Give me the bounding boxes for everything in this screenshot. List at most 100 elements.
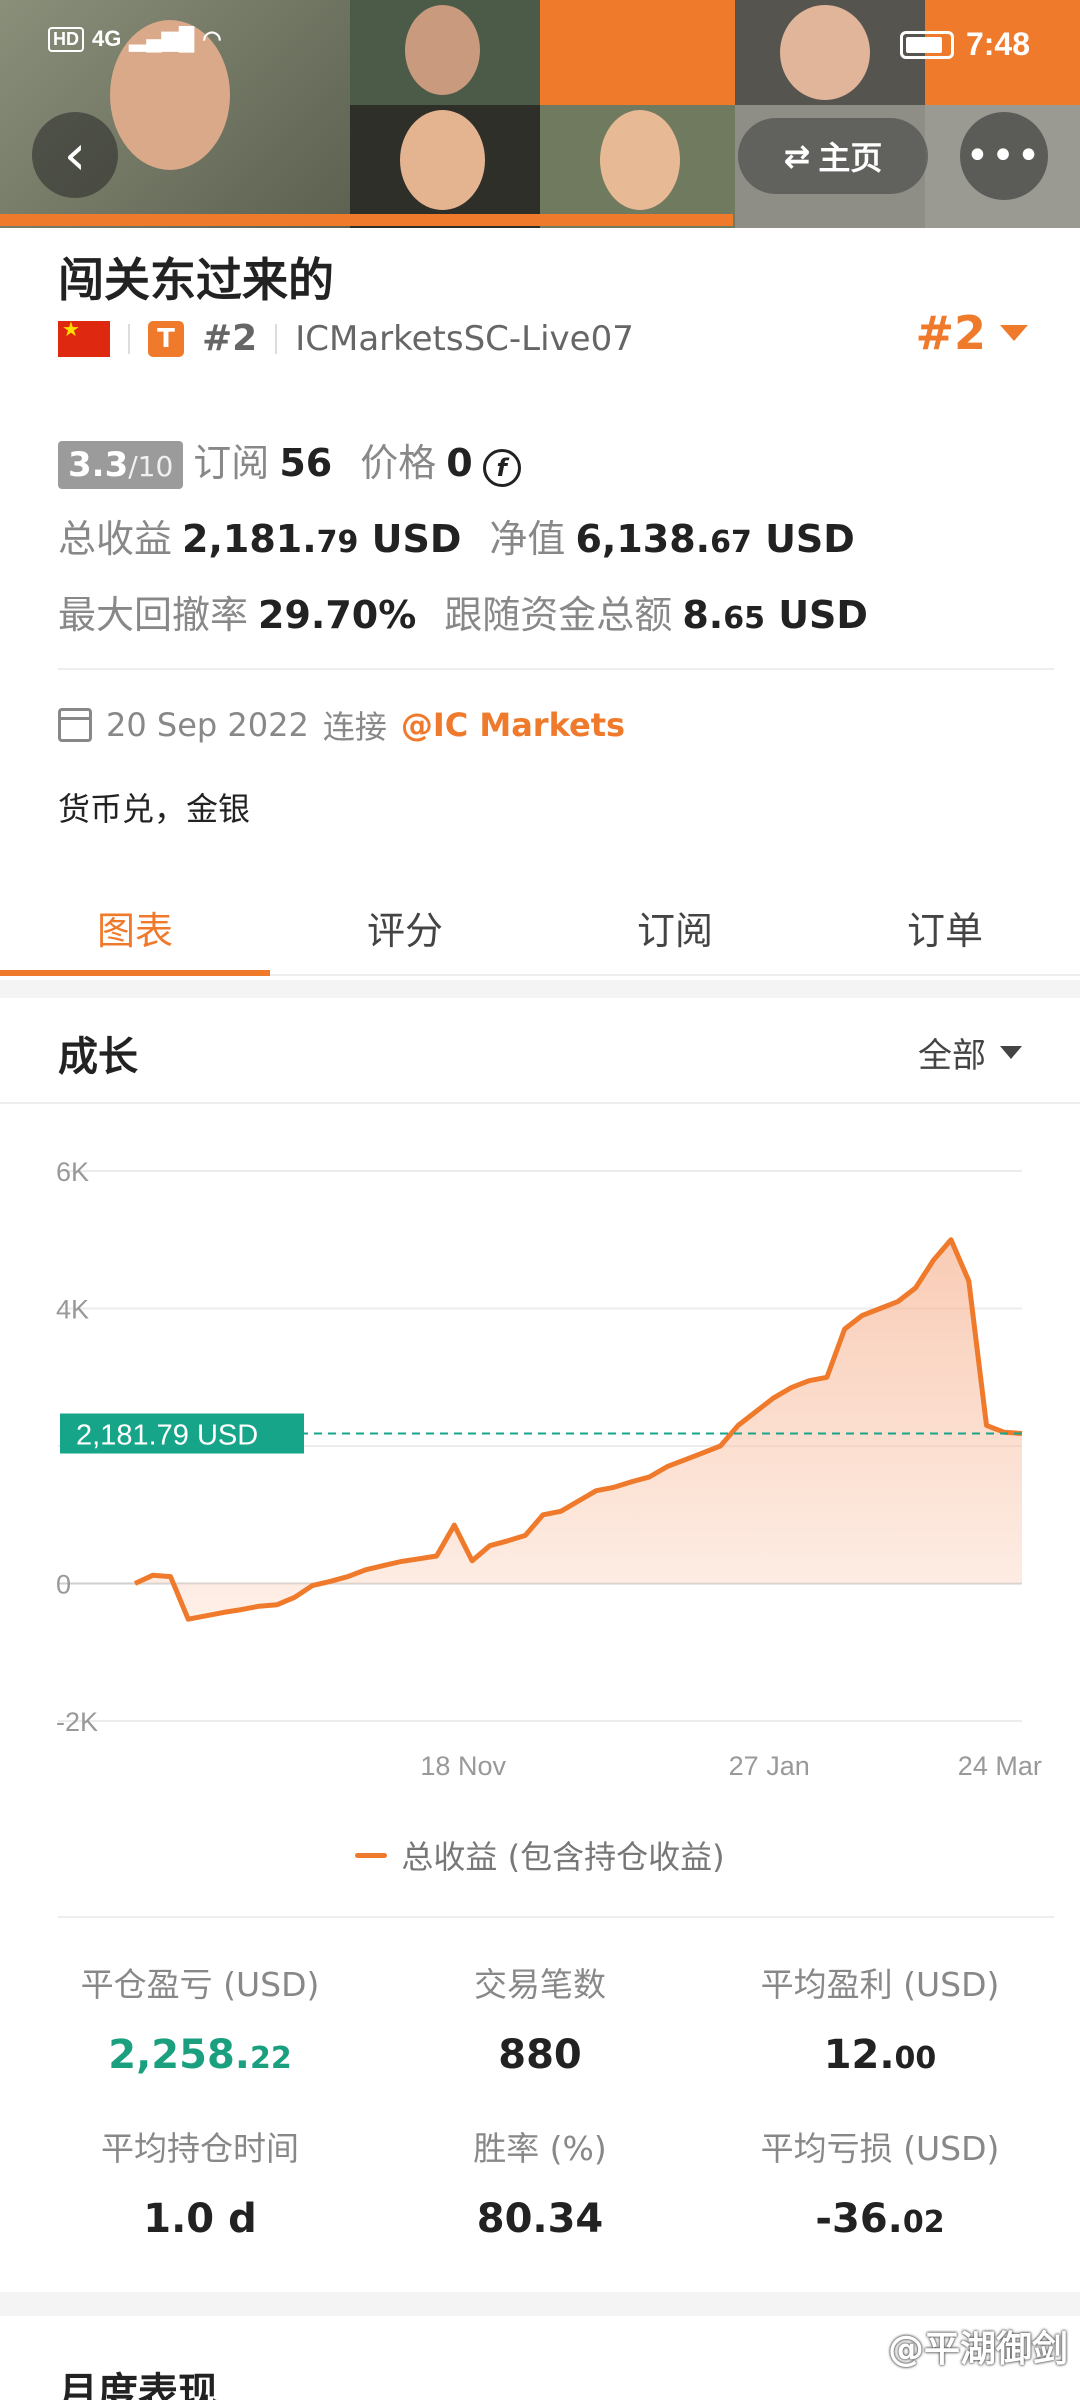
more-button[interactable]: ••• — [960, 112, 1048, 200]
clock: 7:48 — [965, 26, 1030, 62]
separator — [275, 323, 278, 354]
drawdown-label: 最大回撤率 — [58, 593, 249, 637]
equity-unit: USD — [765, 517, 855, 561]
stat-value-int: -36. — [815, 2196, 903, 2242]
coin-icon: f — [482, 449, 521, 487]
connection-row: 20 Sep 2022 连接 @IC Markets — [58, 702, 625, 748]
connection-label: 连接 — [322, 708, 387, 746]
stat-label: 平均亏损 (USD) — [760, 2129, 1000, 2168]
trader-name: 闯关东过来的 — [58, 253, 334, 307]
total-profit-unit: USD — [371, 517, 462, 561]
network-indicator: 4G — [92, 26, 122, 51]
profile-banner: HD 4G ▂▄▆█ ◠ 7:48 ‹ ⇄ 主页 ••• — [0, 0, 1080, 228]
avatar — [405, 5, 480, 95]
monthly-performance-title: 月度表现 — [58, 2370, 218, 2400]
stat-closed-pnl: 平仓盈亏 (USD) 2,258.22 — [30, 1958, 370, 2078]
growth-chart: 6K 4K 0 -2K 2,181.79 USD 18 Nov 27 Jan 24 Mar — [0, 1108, 1080, 1888]
server-name: ICMarketsSC-Live07 — [295, 318, 634, 359]
y-tick-label: 0 — [56, 1570, 71, 1600]
connection-date: 20 Sep 2022 — [106, 706, 309, 744]
subscribe-count: 56 — [279, 441, 333, 485]
tab-rating[interactable]: 评分 — [270, 880, 540, 974]
stat-label: 交易笔数 — [474, 1965, 606, 2004]
banner-accent-strip — [0, 214, 733, 226]
stat-label: 平仓盈亏 (USD) — [80, 1965, 320, 2004]
rank-dropdown[interactable]: #2 — [915, 306, 1028, 360]
divider — [58, 1916, 1054, 1918]
chevron-left-icon: ‹ — [63, 122, 87, 188]
broker-link[interactable]: @IC Markets — [401, 706, 625, 744]
total-profit-dec: 79 — [316, 525, 359, 560]
y-tick-label: 4K — [56, 1295, 89, 1325]
rank-dropdown-value: #2 — [915, 306, 986, 360]
x-tick-label: 24 Mar — [958, 1751, 1042, 1781]
stat-value-int: 2,258. — [108, 2032, 250, 2078]
home-button[interactable]: ⇄ 主页 — [738, 118, 928, 194]
range-dropdown[interactable]: 全部 — [918, 1028, 1022, 1077]
stat-avg-profit: 平均盈利 (USD) 12.00 — [710, 1958, 1050, 2078]
pattern-tile — [540, 0, 735, 105]
follow-funds-dec: 65 — [723, 601, 765, 636]
stat-label: 胜率 (%) — [473, 2129, 607, 2168]
stat-value: 1.0 d — [30, 2196, 370, 2242]
y-tick-label: 6K — [56, 1157, 89, 1187]
stat-win-rate: 胜率 (%) 80.34 — [370, 2122, 710, 2242]
tier-badge: T — [148, 320, 184, 357]
stat-value-dec: 22 — [249, 2041, 292, 2076]
stat-label: 平均盈利 (USD) — [760, 1965, 1000, 2004]
caret-down-icon — [1000, 1046, 1022, 1059]
stat-value-dec: 00 — [894, 2041, 937, 2076]
stat-value-int: 880 — [498, 2032, 582, 2078]
tab-orders[interactable]: 订单 — [810, 880, 1080, 974]
drawdown-value: 29.70% — [258, 593, 417, 637]
wifi-icon: ◠ — [202, 26, 222, 51]
stat-trade-count: 交易笔数 880 — [370, 1958, 710, 2078]
x-tick-label: 27 Jan — [729, 1751, 810, 1781]
growth-header: 成长 全部 — [0, 980, 1080, 1104]
total-profit-label: 总收益 — [58, 517, 173, 561]
price-label: 价格 — [360, 441, 437, 485]
hd-indicator: HD — [48, 26, 84, 52]
profit-row: 总收益 2,181.79 USD 净值 6,138.67 USD — [58, 508, 855, 563]
growth-title: 成长 — [58, 1034, 138, 1080]
range-dropdown-value: 全部 — [918, 1036, 986, 1076]
stat-value: 880 — [370, 2032, 710, 2078]
score-row: 3.3/10 订阅 56 价格 0 f — [58, 432, 521, 489]
stat-avg-loss: 平均亏损 (USD) -36.02 — [710, 2122, 1050, 2242]
follow-funds-int: 8. — [682, 593, 724, 637]
stat-value: 12.00 — [710, 2032, 1050, 2078]
rating-denominator: /10 — [128, 450, 174, 483]
separator — [128, 323, 130, 354]
stat-label: 平均持仓时间 — [101, 2129, 299, 2168]
stat-value-int: 1.0 d — [143, 2196, 257, 2242]
china-flag-icon — [58, 317, 110, 357]
avatar — [600, 110, 680, 210]
chart-legend: 总收益 (包含持仓收益) — [0, 1832, 1080, 1878]
stat-avg-hold-time: 平均持仓时间 1.0 d — [30, 2122, 370, 2242]
x-tick-label: 18 Nov — [420, 1751, 506, 1781]
stat-value: 2,258.22 — [30, 2032, 370, 2078]
rating-value: 3.3 — [68, 445, 129, 485]
home-button-label: 主页 — [818, 139, 883, 177]
stat-value: -36.02 — [710, 2196, 1050, 2242]
total-profit-int: 2,181. — [182, 517, 317, 561]
tab-chart[interactable]: 图表 — [0, 880, 270, 976]
back-button[interactable]: ‹ — [32, 112, 118, 198]
tab-bar: 图表 评分 订阅 订单 — [0, 880, 1080, 976]
signal-icon: ▂▄▆█ — [129, 26, 195, 51]
subscribe-label: 订阅 — [193, 441, 270, 485]
section-separator — [0, 2292, 1080, 2316]
legend-swatch — [355, 1852, 388, 1858]
equity-dec: 67 — [710, 525, 752, 560]
equity-int: 6,138. — [575, 517, 711, 561]
stat-value-int: 80.34 — [476, 2196, 604, 2242]
status-bar-right: 7:48 — [899, 26, 1030, 63]
caret-down-icon — [1000, 325, 1028, 341]
price-value: 0 — [446, 441, 473, 485]
stat-value: 80.34 — [370, 2196, 710, 2242]
avatar — [780, 5, 870, 100]
follow-funds-label: 跟随资金总额 — [444, 593, 673, 637]
growth-chart-svg: 6K 4K 0 -2K 2,181.79 USD 18 Nov 27 Jan 24 Mar — [56, 1157, 1042, 1781]
drawdown-row: 最大回撤率 29.70% 跟随资金总额 8.65 USD — [58, 584, 868, 639]
tab-subscriptions[interactable]: 订阅 — [540, 880, 810, 974]
